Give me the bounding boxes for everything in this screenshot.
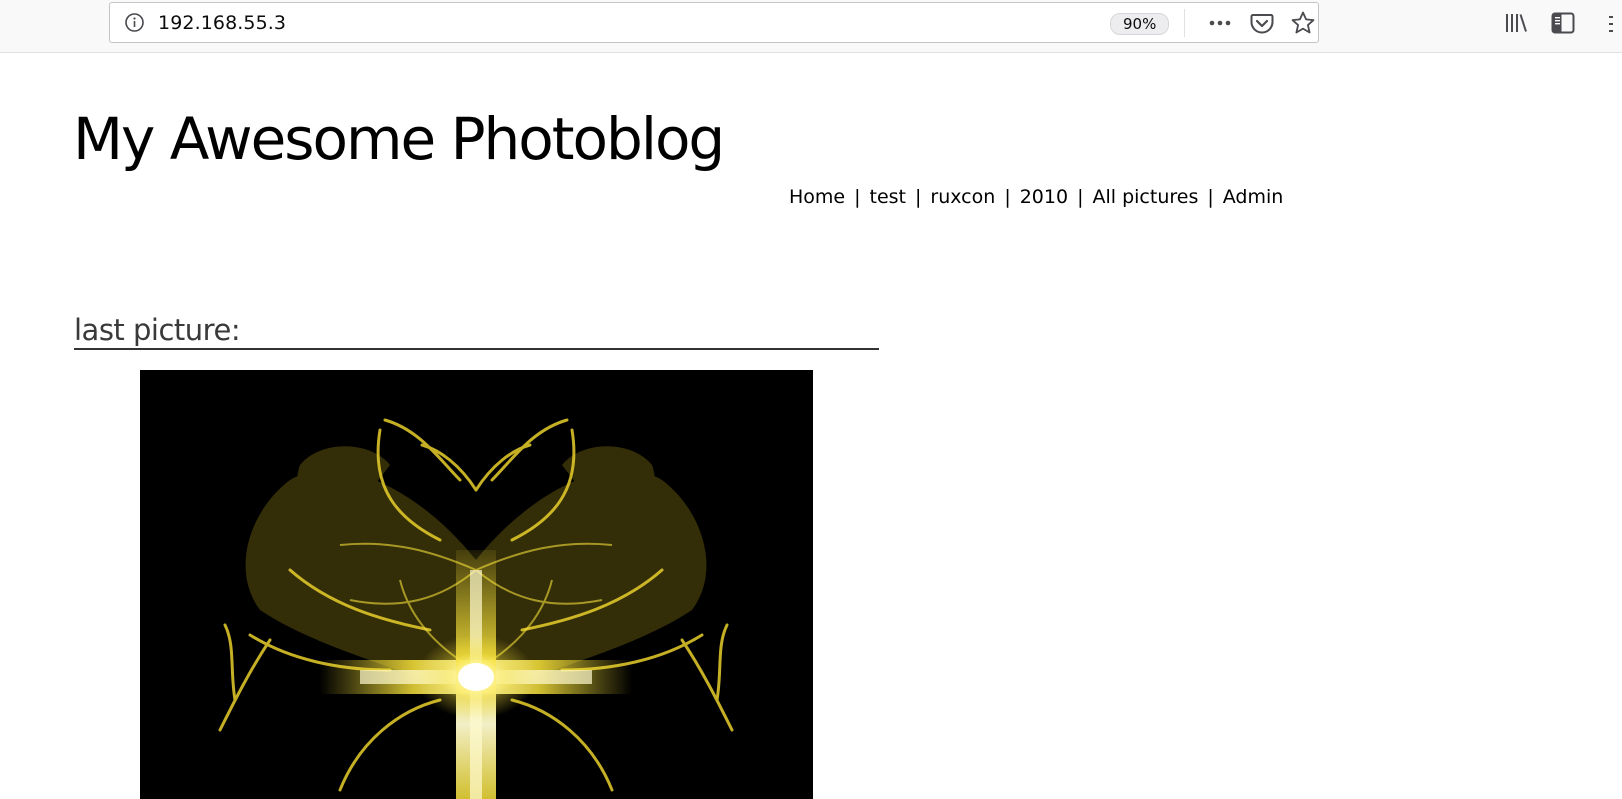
nav-home-link[interactable]: Home (789, 186, 845, 208)
browser-toolbar: 192.168.55.3 90% (0, 0, 1622, 53)
hamburger-menu-icon[interactable] (1609, 10, 1613, 38)
nav-test-link[interactable]: test (870, 186, 907, 208)
main-nav: Home | test | ruxcon | 2010 | All pictures | Admin (789, 186, 1283, 208)
last-picture-heading: last picture: (74, 312, 879, 350)
star-icon[interactable] (1290, 10, 1316, 36)
info-icon[interactable] (124, 12, 145, 33)
nav-separator: | (915, 186, 922, 208)
address-bar[interactable]: 192.168.55.3 90% (109, 2, 1319, 43)
nav-separator: | (1077, 186, 1084, 208)
photo-image (140, 370, 813, 799)
pocket-icon[interactable] (1249, 10, 1275, 36)
zoom-level-badge[interactable]: 90% (1110, 13, 1170, 35)
nav-separator: | (1207, 186, 1214, 208)
library-icon[interactable] (1503, 10, 1529, 36)
nav-separator: | (854, 186, 861, 208)
nav-separator: | (1004, 186, 1011, 208)
site-title: My Awesome Photoblog (73, 105, 725, 173)
urlbar-divider (1184, 9, 1185, 37)
more-horizontal-icon[interactable] (1207, 10, 1233, 36)
last-picture-image[interactable] (140, 370, 813, 799)
nav-all-pictures-link[interactable]: All pictures (1092, 186, 1198, 208)
nav-ruxcon-link[interactable]: ruxcon (930, 186, 995, 208)
sidebar-icon[interactable] (1550, 10, 1576, 36)
nav-2010-link[interactable]: 2010 (1020, 186, 1068, 208)
nav-admin-link[interactable]: Admin (1223, 186, 1284, 208)
url-text[interactable]: 192.168.55.3 (158, 12, 286, 34)
